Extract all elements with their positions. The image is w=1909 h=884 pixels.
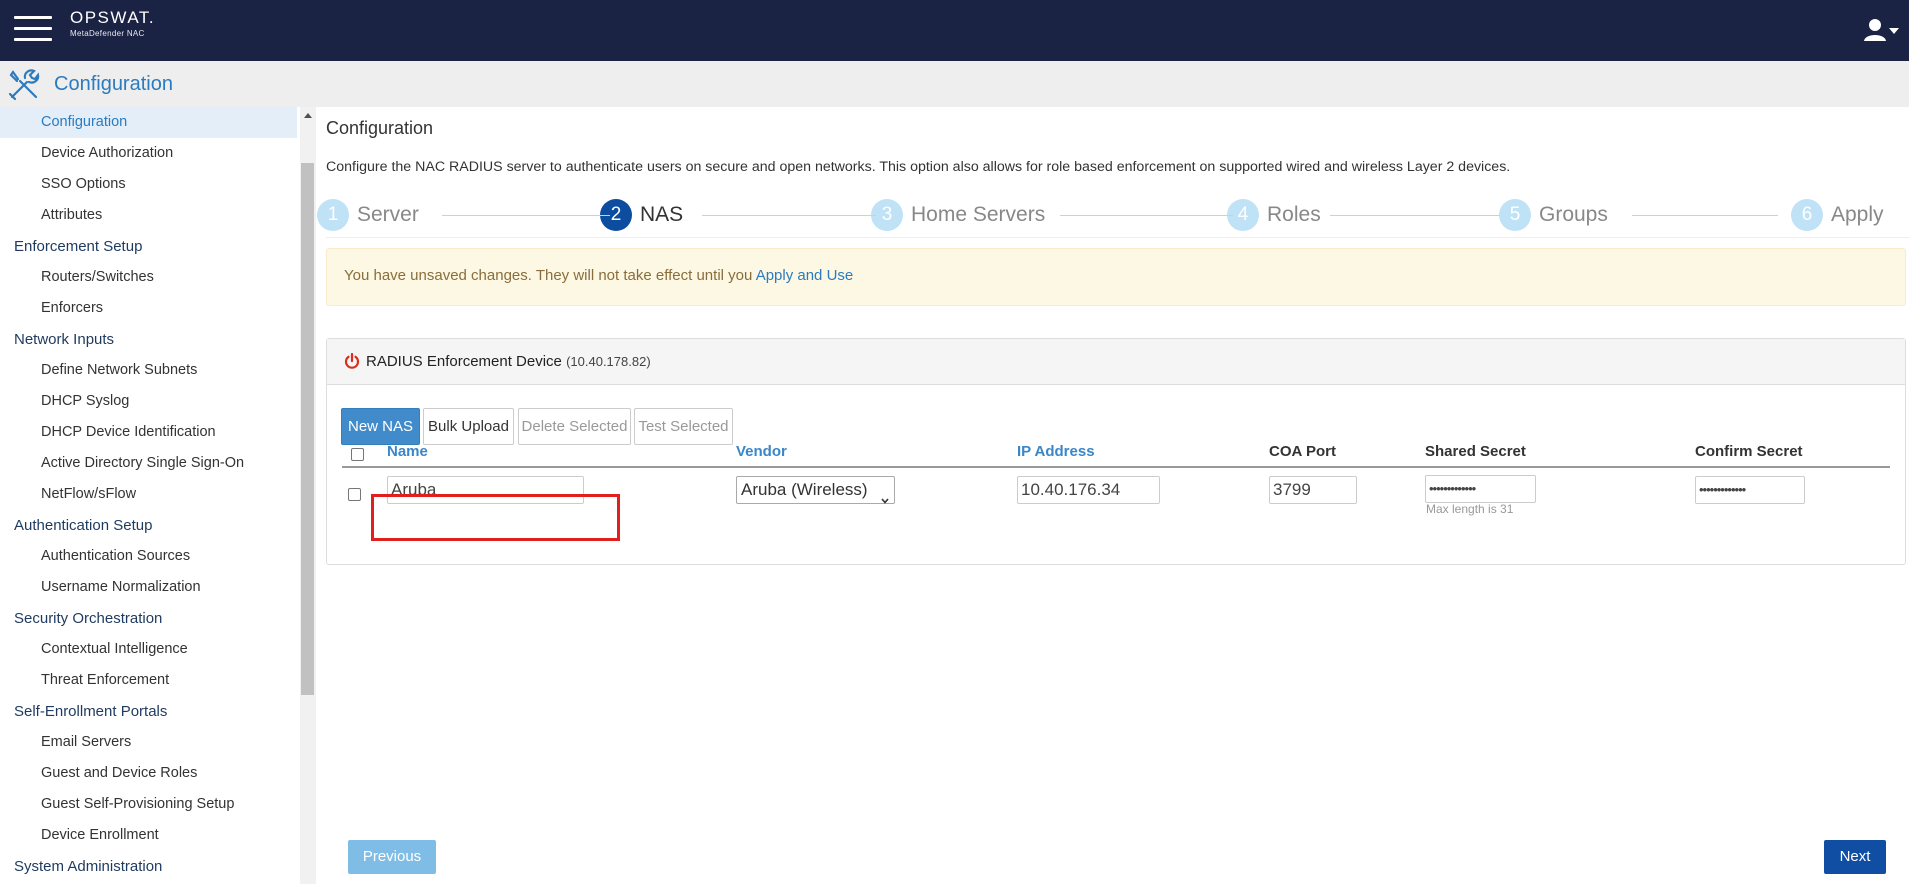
- delete-selected-button[interactable]: Delete Selected: [518, 408, 631, 445]
- column-header-confirm-secret: Confirm Secret: [1695, 443, 1803, 460]
- previous-button[interactable]: Previous: [348, 840, 436, 874]
- column-header-shared-secret: Shared Secret: [1425, 443, 1526, 460]
- sidebar-item-configuration[interactable]: Configuration: [0, 107, 297, 138]
- wizard-connector-line: [442, 215, 610, 216]
- vendor-select[interactable]: Aruba (Wireless): [736, 476, 895, 504]
- ip-address-input[interactable]: 10.40.176.34: [1017, 476, 1160, 504]
- new-nas-button[interactable]: New NAS: [341, 408, 420, 445]
- panel-ip: (10.40.178.82): [566, 354, 651, 369]
- wizard-step-server[interactable]: 1 Server: [317, 195, 419, 235]
- shared-secret-help: Max length is 31: [1426, 502, 1514, 516]
- row-checkbox[interactable]: [348, 488, 361, 501]
- nas-name-input[interactable]: Aruba: [387, 476, 584, 504]
- wizard-steps: 1 Server 2 NAS 3 Home Servers 4 Roles 5 Groups 6 Ap…: [317, 195, 1909, 237]
- main-content: Configuration Configure the NAC RADIUS s…: [316, 107, 1909, 884]
- shared-secret-input[interactable]: •••••••••••••: [1425, 475, 1536, 503]
- sidebar-item-guest-self-provisioning-setup[interactable]: Guest Self-Provisioning Setup: [0, 789, 297, 820]
- sidebar-section-system-administration: System Administration: [14, 858, 163, 875]
- panel-title: RADIUS Enforcement Device (10.40.178.82): [366, 353, 651, 370]
- wizard-connector-line: [1060, 215, 1233, 216]
- column-header-vendor[interactable]: Vendor: [736, 443, 787, 460]
- wizard-step-number: 6: [1791, 199, 1823, 231]
- unsaved-changes-alert: You have unsaved changes. They will not …: [326, 248, 1906, 306]
- sidebar-item-device-enrollment[interactable]: Device Enrollment: [0, 820, 297, 851]
- wizard-divider: [326, 237, 1909, 238]
- sidebar-item-enforcers[interactable]: Enforcers: [0, 293, 297, 324]
- sidebar-item-sso-options[interactable]: SSO Options: [0, 169, 297, 200]
- test-selected-button[interactable]: Test Selected: [634, 408, 733, 445]
- wizard-step-nas[interactable]: 2 NAS: [600, 195, 683, 235]
- sidebar-item-authentication-sources[interactable]: Authentication Sources: [0, 541, 297, 572]
- sidebar-item-dhcp-device-identification[interactable]: DHCP Device Identification: [0, 417, 297, 448]
- wizard-step-number: 5: [1499, 199, 1531, 231]
- column-header-coa-port: COA Port: [1269, 443, 1336, 460]
- bulk-upload-button[interactable]: Bulk Upload: [423, 408, 514, 445]
- wizard-step-label: Roles: [1267, 203, 1321, 226]
- wizard-step-number: 1: [317, 199, 349, 231]
- wizard-step-home-servers[interactable]: 3 Home Servers: [871, 195, 1045, 235]
- wizard-connector-line: [702, 215, 876, 216]
- sidebar-item-threat-enforcement[interactable]: Threat Enforcement: [0, 665, 297, 696]
- wizard-step-label: Server: [357, 203, 419, 226]
- alert-text: You have unsaved changes. They will not …: [344, 267, 853, 284]
- sidebar-item-attributes[interactable]: Attributes: [0, 200, 297, 231]
- wizard-step-label: Groups: [1539, 203, 1608, 226]
- sidebar-item-device-authorization[interactable]: Device Authorization: [0, 138, 297, 169]
- wizard-step-label: NAS: [640, 203, 684, 226]
- column-header-ip-address[interactable]: IP Address: [1017, 443, 1095, 460]
- tools-icon: [8, 67, 40, 101]
- table-header-divider: [342, 466, 1890, 468]
- brand-logo: OPSWAT. MetaDefender NAC: [70, 8, 155, 38]
- sidebar-item-email-servers[interactable]: Email Servers: [0, 727, 297, 758]
- sidebar-item-contextual-intelligence[interactable]: Contextual Intelligence: [0, 634, 297, 665]
- alert-message: You have unsaved changes. They will not …: [344, 267, 756, 284]
- apply-and-use-link[interactable]: Apply and Use: [756, 267, 854, 284]
- vendor-select-value: Aruba (Wireless): [741, 480, 868, 499]
- sidebar-item-active-directory-single-sign-on[interactable]: Active Directory Single Sign-On: [0, 448, 297, 479]
- confirm-secret-input[interactable]: •••••••••••••: [1695, 476, 1805, 504]
- user-menu-icon[interactable]: [1863, 16, 1901, 44]
- wizard-step-label: Home Servers: [911, 203, 1046, 226]
- wizard-step-apply[interactable]: 6 Apply: [1791, 195, 1884, 235]
- select-all-checkbox[interactable]: [351, 448, 364, 461]
- wizard-step-roles[interactable]: 4 Roles: [1227, 195, 1321, 235]
- sidebar-scrollbar[interactable]: [300, 107, 316, 884]
- sidebar-item-username-normalization[interactable]: Username Normalization: [0, 572, 297, 603]
- sidebar-item-dhcp-syslog[interactable]: DHCP Syslog: [0, 386, 297, 417]
- panel-title-text: RADIUS Enforcement Device: [366, 353, 562, 370]
- brand-subtitle: MetaDefender NAC: [70, 29, 145, 38]
- sidebar-section-security-orchestration: Security Orchestration: [14, 610, 163, 627]
- section-title: Configuration: [54, 73, 173, 95]
- sidebar-section-authentication-setup: Authentication Setup: [14, 517, 153, 534]
- coa-port-input[interactable]: 3799: [1269, 476, 1357, 504]
- scroll-thumb[interactable]: [301, 163, 314, 695]
- page-title: Configuration: [326, 118, 434, 138]
- next-button[interactable]: Next: [1824, 840, 1886, 874]
- sidebar-section-network-inputs: Network Inputs: [14, 331, 115, 348]
- wizard-step-groups[interactable]: 5 Groups: [1499, 195, 1608, 235]
- wizard-step-label: Apply: [1831, 203, 1884, 226]
- power-icon: [344, 352, 360, 369]
- panel-header: RADIUS Enforcement Device (10.40.178.82): [327, 339, 1905, 385]
- radius-device-panel: RADIUS Enforcement Device (10.40.178.82)…: [326, 338, 1906, 565]
- wizard-connector-line: [1330, 215, 1500, 216]
- sidebar-item-routers-switches[interactable]: Routers/Switches: [0, 262, 297, 293]
- sidebar: Configuration Device Authorization SSO Opt…: [0, 107, 300, 884]
- sidebar-section-enforcement-setup: Enforcement Setup: [14, 238, 143, 255]
- sidebar-item-define-network-subnets[interactable]: Define Network Subnets: [0, 355, 297, 386]
- brand-name: OPSWAT.: [70, 8, 156, 27]
- hamburger-menu-icon[interactable]: [14, 14, 52, 44]
- chevron-down-icon: [881, 487, 889, 504]
- column-header-name[interactable]: Name: [387, 443, 428, 460]
- section-header: Configuration: [0, 61, 1909, 107]
- wizard-connector-line: [1632, 215, 1778, 216]
- sidebar-item-guest-and-device-roles[interactable]: Guest and Device Roles: [0, 758, 297, 789]
- page-description: Configure the NAC RADIUS server to authe…: [326, 159, 1511, 175]
- top-navbar: OPSWAT. MetaDefender NAC: [0, 0, 1909, 61]
- scroll-up-arrow-icon[interactable]: [304, 113, 312, 118]
- sidebar-nav: Configuration Device Authorization SSO Opt…: [0, 107, 297, 882]
- sidebar-item-netflow-sflow[interactable]: NetFlow/sFlow: [0, 479, 297, 510]
- sidebar-section-self-enrollment-portals: Self-Enrollment Portals: [14, 703, 168, 720]
